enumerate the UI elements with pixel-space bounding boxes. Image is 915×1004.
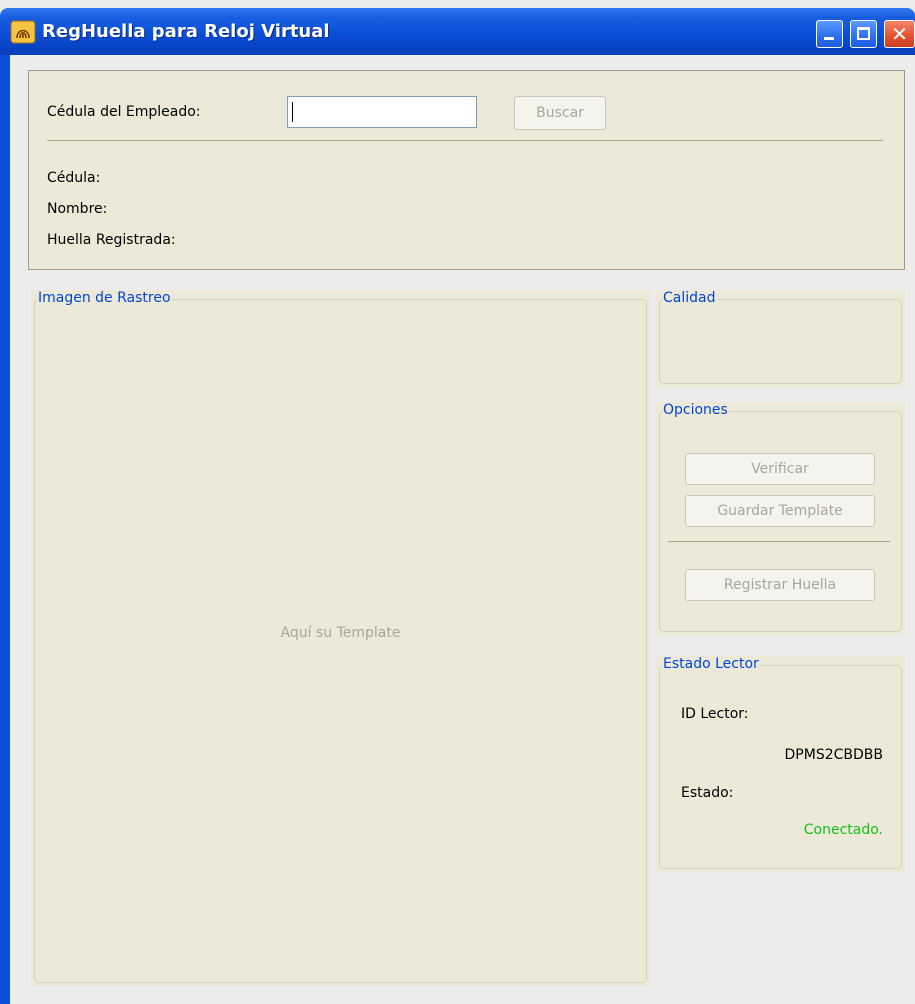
calidad-group: Calidad [656,290,905,387]
group-frame [659,299,902,384]
registrar-huella-button[interactable]: Registrar Huella [685,569,875,601]
cedula-label: Cédula: [47,170,101,186]
huella-registrada-label: Huella Registrada: [47,232,176,248]
buscar-button[interactable]: Buscar [514,96,606,130]
cedula-input[interactable] [287,96,477,128]
guardar-template-button[interactable]: Guardar Template [685,495,875,527]
group-frame [34,299,647,983]
employee-search-panel: Cédula del Empleado: Buscar Cédula: Nomb… [28,70,905,270]
group-frame [659,665,902,869]
close-button[interactable]: ✕ [884,20,915,48]
opciones-group: Opciones Verificar Guardar Template Regi… [656,402,905,635]
opciones-legend: Opciones [662,402,729,418]
verificar-button[interactable]: Verificar [685,453,875,485]
maximize-button[interactable] [850,20,877,48]
id-lector-value: DPMS2CBDBB [784,747,883,763]
nombre-label: Nombre: [47,201,108,217]
estado-lector-group: Estado Lector ID Lector: DPMS2CBDBB Esta… [656,656,905,872]
window-frame-left [0,55,10,1004]
estado-lector-legend: Estado Lector [662,656,760,672]
template-placeholder: Aquí su Template [280,625,401,641]
fingerprint-app-icon[interactable] [10,20,36,44]
id-lector-label: ID Lector: [681,706,749,722]
imagen-rastreo-legend: Imagen de Rastreo [37,290,172,306]
window-title: RegHuella para Reloj Virtual [42,21,330,42]
cedula-empleado-label: Cédula del Empleado: [47,104,201,120]
calidad-legend: Calidad [662,290,717,306]
divider [668,541,890,542]
estado-value: Conectado. [803,822,883,838]
client-area: Cédula del Empleado: Buscar Cédula: Nomb… [10,55,915,1004]
minimize-button[interactable] [816,20,843,48]
estado-label: Estado: [681,785,734,801]
divider [47,140,883,141]
close-icon: ✕ [891,22,908,46]
minimize-icon [824,37,834,40]
imagen-rastreo-group: Imagen de Rastreo Aquí su Template [31,290,650,986]
title-bar[interactable]: RegHuella para Reloj Virtual ✕ [0,8,915,55]
app-window: RegHuella para Reloj Virtual ✕ Cédula de… [0,0,915,1004]
maximize-icon [857,27,870,40]
text-caret [292,102,293,122]
